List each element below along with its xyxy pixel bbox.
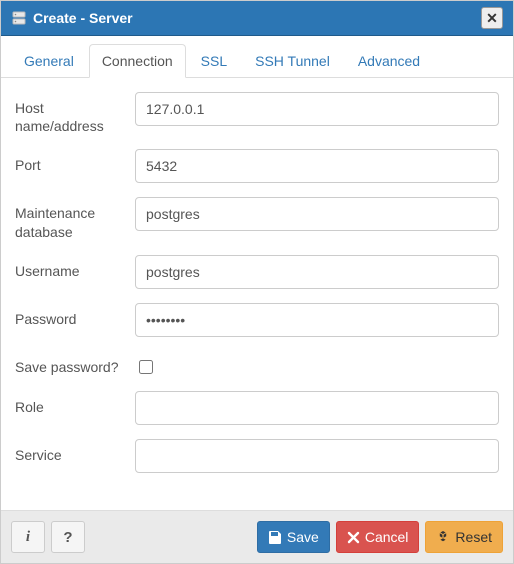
reset-label: Reset xyxy=(455,529,492,545)
server-icon xyxy=(11,10,27,26)
row-savepw: Save password? xyxy=(15,351,499,377)
tab-ssh-tunnel[interactable]: SSH Tunnel xyxy=(242,44,343,78)
label-service: Service xyxy=(15,439,135,464)
info-button[interactable]: i xyxy=(11,521,45,553)
tab-ssl[interactable]: SSL xyxy=(188,44,240,78)
label-savepw: Save password? xyxy=(15,351,135,376)
close-button[interactable]: ✕ xyxy=(481,7,503,29)
role-input[interactable] xyxy=(135,391,499,425)
close-icon: ✕ xyxy=(486,11,498,25)
label-username: Username xyxy=(15,255,135,280)
save-label: Save xyxy=(287,529,319,545)
save-button[interactable]: Save xyxy=(257,521,330,553)
cancel-icon xyxy=(347,531,360,544)
row-service: Service xyxy=(15,439,499,473)
password-input[interactable] xyxy=(135,303,499,337)
tab-connection[interactable]: Connection xyxy=(89,44,186,78)
host-input[interactable] xyxy=(135,92,499,126)
help-icon: ? xyxy=(63,529,72,546)
row-maintdb: Maintenance database xyxy=(15,197,499,240)
maintenance-db-input[interactable] xyxy=(135,197,499,231)
save-password-checkbox[interactable] xyxy=(139,360,153,374)
reset-icon xyxy=(436,530,450,544)
dialog-title: Create - Server xyxy=(33,10,481,26)
tab-bar: General Connection SSL SSH Tunnel Advanc… xyxy=(1,36,513,78)
reset-button[interactable]: Reset xyxy=(425,521,503,553)
cancel-button[interactable]: Cancel xyxy=(336,521,420,553)
help-button[interactable]: ? xyxy=(51,521,85,553)
dialog-footer: i ? Save Cancel xyxy=(1,510,513,563)
username-input[interactable] xyxy=(135,255,499,289)
label-port: Port xyxy=(15,149,135,174)
row-host: Host name/address xyxy=(15,92,499,135)
dialog-titlebar: Create - Server ✕ xyxy=(1,1,513,36)
label-host: Host name/address xyxy=(15,92,135,135)
label-maintdb: Maintenance database xyxy=(15,197,135,240)
label-role: Role xyxy=(15,391,135,416)
service-input[interactable] xyxy=(135,439,499,473)
connection-form: Host name/address Port Maintenance datab… xyxy=(1,78,513,510)
tab-advanced[interactable]: Advanced xyxy=(345,44,433,78)
save-icon xyxy=(268,530,282,544)
row-username: Username xyxy=(15,255,499,289)
tab-general[interactable]: General xyxy=(11,44,87,78)
cancel-label: Cancel xyxy=(365,529,409,545)
port-input[interactable] xyxy=(135,149,499,183)
info-icon: i xyxy=(26,529,30,546)
row-password: Password xyxy=(15,303,499,337)
label-password: Password xyxy=(15,303,135,328)
row-role: Role xyxy=(15,391,499,425)
row-port: Port xyxy=(15,149,499,183)
create-server-dialog: Create - Server ✕ General Connection SSL… xyxy=(0,0,514,564)
